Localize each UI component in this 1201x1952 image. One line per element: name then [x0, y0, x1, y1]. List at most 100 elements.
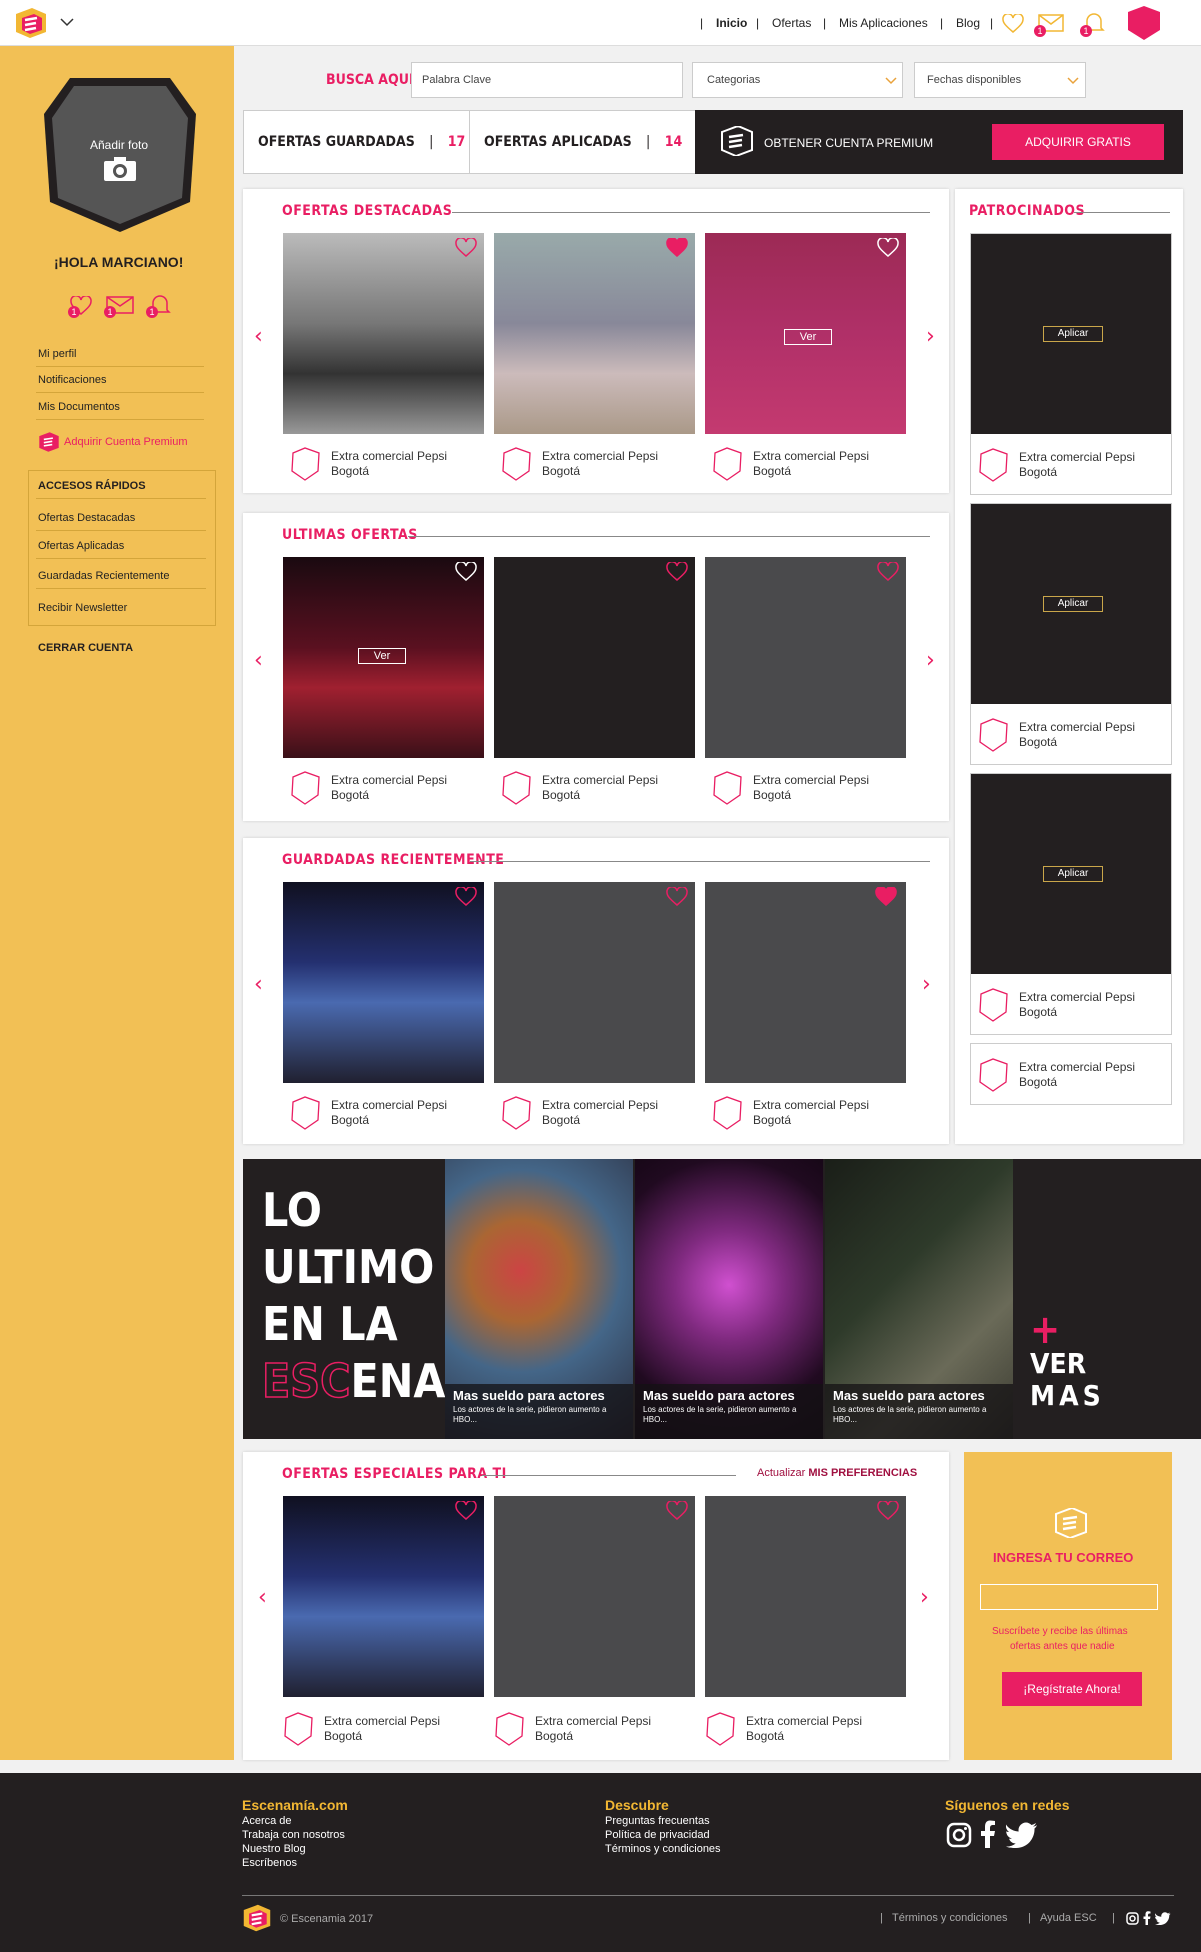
footer-link[interactable]: Escríbenos — [242, 1857, 297, 1869]
offer-image[interactable] — [494, 233, 695, 434]
categories-select[interactable]: Categorias — [692, 62, 903, 98]
quick-link-guardadas[interactable]: Guardadas Recientemente — [38, 570, 169, 582]
heart-icon[interactable] — [877, 562, 899, 582]
quick-link-newsletter[interactable]: Recibir Newsletter — [38, 602, 127, 614]
next-arrow[interactable]: › — [922, 972, 931, 997]
next-arrow[interactable]: › — [926, 648, 935, 673]
next-arrow[interactable]: › — [920, 1585, 929, 1610]
offer-title[interactable]: Extra comercial Pepsi — [1019, 720, 1135, 734]
instagram-icon[interactable] — [1126, 1912, 1139, 1925]
profile-photo-frame[interactable] — [40, 74, 200, 236]
offer-title[interactable]: Extra comercial Pepsi — [542, 773, 658, 787]
offer-title[interactable]: Extra comercial Pepsi — [1019, 1060, 1135, 1074]
offer-image[interactable] — [705, 882, 906, 1083]
sponsored-card[interactable]: Aplicar Extra comercial Pepsi Bogotá — [970, 233, 1172, 495]
offer-image[interactable] — [705, 557, 906, 758]
applied-stat[interactable]: OFERTAS APLICADAS | 14 — [484, 134, 682, 150]
quick-link-ofertas-aplicadas[interactable]: Ofertas Aplicadas — [38, 540, 124, 552]
twitter-icon[interactable] — [1006, 1822, 1038, 1848]
prev-arrow[interactable]: ‹ — [254, 972, 263, 997]
logo-icon[interactable] — [242, 1904, 272, 1932]
offer-image[interactable] — [705, 1496, 906, 1697]
add-photo-label[interactable]: Añadir foto — [90, 138, 148, 152]
footer-link[interactable]: Preguntas frecuentas — [605, 1815, 710, 1827]
heart-icon[interactable] — [666, 1501, 688, 1521]
prev-arrow[interactable]: ‹ — [254, 648, 263, 673]
prev-arrow[interactable]: ‹ — [258, 1585, 267, 1610]
heart-icon[interactable] — [666, 887, 688, 907]
sidebar-item-mis-documentos[interactable]: Mis Documentos — [38, 401, 120, 413]
email-input[interactable] — [980, 1584, 1158, 1610]
sponsored-card[interactable]: Aplicar Extra comercial Pepsi Bogotá — [970, 773, 1172, 1035]
heart-icon[interactable] — [875, 887, 897, 907]
camera-icon[interactable] — [103, 156, 137, 182]
dates-select[interactable]: Fechas disponibles — [914, 62, 1086, 98]
search-input[interactable]: Palabra Clave — [411, 62, 683, 98]
sponsored-card[interactable]: Aplicar Extra comercial Pepsi Bogotá — [970, 503, 1172, 765]
heart-icon[interactable] — [455, 562, 477, 582]
footer-link[interactable]: Acerca de — [242, 1815, 292, 1827]
offer-image[interactable] — [283, 1496, 484, 1697]
offer-title[interactable]: Extra comercial Pepsi — [324, 1714, 440, 1728]
premium-link[interactable]: Adquirir Cuenta Premium — [64, 436, 188, 448]
heart-icon[interactable] — [455, 887, 477, 907]
offer-title[interactable]: Extra comercial Pepsi — [1019, 450, 1135, 464]
heart-icon[interactable] — [666, 238, 688, 258]
offer-image[interactable] — [494, 1496, 695, 1697]
footer-link[interactable]: Trabaja con nosotros — [242, 1829, 345, 1841]
offer-title[interactable]: Extra comercial Pepsi — [542, 1098, 658, 1112]
offer-title[interactable]: Extra comercial Pepsi — [1019, 990, 1135, 1004]
prev-arrow[interactable]: ‹ — [254, 324, 263, 349]
view-button[interactable]: Ver — [358, 648, 406, 664]
heart-icon[interactable] — [455, 1501, 477, 1521]
avatar[interactable] — [1126, 6, 1162, 40]
sidebar-item-mi-perfil[interactable]: Mi perfil — [38, 348, 77, 360]
footer-help-link[interactable]: Ayuda ESC — [1040, 1912, 1097, 1924]
apply-button[interactable]: Aplicar — [1043, 326, 1103, 342]
offer-title[interactable]: Extra comercial Pepsi — [542, 449, 658, 463]
offer-title[interactable]: Extra comercial Pepsi — [753, 1098, 869, 1112]
heart-icon[interactable] — [877, 238, 899, 258]
quick-link-ofertas-destacadas[interactable]: Ofertas Destacadas — [38, 512, 135, 524]
heart-icon[interactable] — [455, 238, 477, 258]
saved-stat[interactable]: OFERTAS GUARDADAS | 17 — [258, 134, 465, 150]
apply-button[interactable]: Aplicar — [1043, 866, 1103, 882]
update-preferences-link[interactable]: Actualizar MIS PREFERENCIAS — [757, 1467, 917, 1479]
chevron-down-icon[interactable] — [60, 17, 74, 27]
facebook-icon[interactable] — [1143, 1911, 1151, 1925]
footer-link[interactable]: Política de privacidad — [605, 1829, 710, 1841]
footer-link[interactable]: Nuestro Blog — [242, 1843, 306, 1855]
news-title[interactable]: Mas sueldo para actores — [643, 1388, 795, 1403]
nav-mis-aplicaciones[interactable]: Mis Aplicaciones — [839, 16, 928, 30]
offer-title[interactable]: Extra comercial Pepsi — [746, 1714, 862, 1728]
facebook-icon[interactable] — [980, 1820, 996, 1848]
offer-title[interactable]: Extra comercial Pepsi — [331, 773, 447, 787]
offer-title[interactable]: Extra comercial Pepsi — [331, 449, 447, 463]
offer-title[interactable]: Extra comercial Pepsi — [753, 449, 869, 463]
sponsored-card[interactable]: Extra comercial Pepsi Bogotá — [970, 1043, 1172, 1105]
register-button[interactable]: ¡Regístrate Ahora! — [1002, 1672, 1142, 1706]
premium-button[interactable]: ADQUIRIR GRATIS — [992, 124, 1164, 160]
nav-inicio[interactable]: Inicio — [716, 16, 747, 30]
instagram-icon[interactable] — [946, 1822, 972, 1848]
logo-icon[interactable] — [14, 8, 48, 38]
see-more-link[interactable]: + VER MAS — [1030, 1310, 1105, 1412]
news-title[interactable]: Mas sueldo para actores — [453, 1388, 605, 1403]
heart-icon[interactable] — [666, 562, 688, 582]
heart-icon[interactable] — [1002, 14, 1024, 34]
heart-icon[interactable] — [877, 1501, 899, 1521]
news-card[interactable]: Mas sueldo para actores Los actores de l… — [635, 1159, 823, 1439]
offer-title[interactable]: Extra comercial Pepsi — [753, 773, 869, 787]
offer-image[interactable] — [283, 233, 484, 434]
news-title[interactable]: Mas sueldo para actores — [833, 1388, 985, 1403]
offer-image[interactable] — [283, 882, 484, 1083]
apply-button[interactable]: Aplicar — [1043, 596, 1103, 612]
footer-link[interactable]: Términos y condiciones — [605, 1843, 721, 1855]
nav-ofertas[interactable]: Ofertas — [772, 16, 811, 30]
news-card[interactable]: Mas sueldo para actores Los actores de l… — [825, 1159, 1013, 1439]
next-arrow[interactable]: › — [926, 324, 935, 349]
sidebar-item-notificaciones[interactable]: Notificaciones — [38, 374, 106, 386]
offer-title[interactable]: Extra comercial Pepsi — [331, 1098, 447, 1112]
offer-image[interactable] — [494, 882, 695, 1083]
footer-terms-link[interactable]: Términos y condiciones — [892, 1912, 1008, 1924]
